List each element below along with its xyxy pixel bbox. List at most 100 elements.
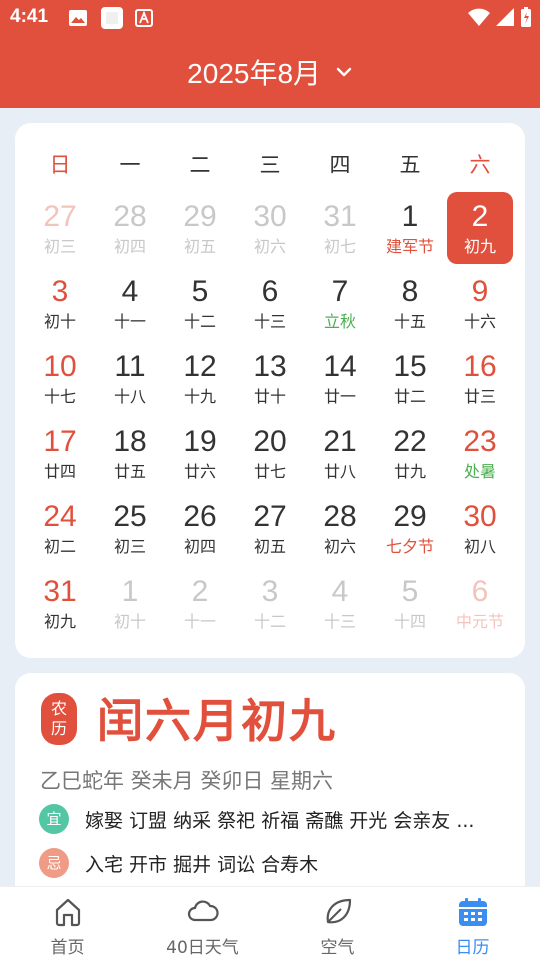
day-number: 16	[463, 350, 497, 383]
tab-label: 首页	[50, 938, 85, 958]
lunar-day-label: 廿一	[323, 387, 356, 406]
day-number: 4	[331, 575, 349, 608]
calendar-day[interactable]: 28 初四	[97, 192, 163, 264]
lunar-day-label: 十九	[183, 387, 216, 406]
lunar-day-label: 十二	[183, 312, 216, 331]
calendar-day[interactable]: 31 初九	[27, 567, 93, 639]
calendar-day[interactable]: 19 廿六	[167, 417, 233, 489]
lunar-day-label: 十一	[183, 612, 216, 631]
lunar-day-label: 廿二	[393, 387, 426, 406]
lunar-day-label: 初六	[253, 237, 286, 256]
calendar-day[interactable]: 11 十八	[97, 342, 163, 414]
day-number: 29	[393, 500, 427, 533]
calendar-day[interactable]: 29 七夕节	[377, 492, 443, 564]
lunar-day-label: 廿八	[323, 462, 356, 481]
calendar-day[interactable]: 25 初三	[97, 492, 163, 564]
lunar-day-label: 初九	[43, 612, 76, 631]
tab-home[interactable]: 首页	[0, 887, 135, 960]
calendar-day[interactable]: 7 立秋	[307, 267, 373, 339]
lunar-day-label: 初九	[463, 237, 496, 256]
bottom-tab-bar: 首页 40日天气 空气 日历	[0, 886, 540, 960]
calendar-day[interactable]: 24 初二	[27, 492, 93, 564]
calendar-day[interactable]: 2 十一	[167, 567, 233, 639]
month-picker[interactable]: 2025年8月	[0, 52, 540, 92]
day-number: 7	[331, 275, 349, 308]
calendar-day[interactable]: 13 廿十	[237, 342, 303, 414]
ganzhi-text: 乙巳蛇年 癸未月 癸卯日 星期六	[40, 769, 334, 793]
day-number: 22	[393, 425, 427, 458]
day-number: 21	[323, 425, 357, 458]
day-number: 9	[471, 275, 489, 308]
calendar-day[interactable]: 15 廿二	[377, 342, 443, 414]
calendar-day[interactable]: 9 十六	[447, 267, 513, 339]
calendar-day[interactable]: 4 十三	[307, 567, 373, 639]
calendar-day[interactable]: 2 初九	[447, 192, 513, 264]
lunar-day-label: 廿三	[463, 387, 496, 406]
day-number: 3	[51, 275, 69, 308]
calendar-icon	[458, 898, 487, 926]
calendar-day[interactable]: 29 初五	[167, 192, 233, 264]
weekday-header: 日 一 二 三 四 五 六	[15, 149, 525, 181]
calendar-day[interactable]: 6 中元节	[447, 567, 513, 639]
chevron-down-icon	[336, 67, 352, 77]
yi-row: 宜 嫁娶 订盟 纳采 祭祀 祈福 斋醮 开光 会亲友 ...	[39, 803, 474, 835]
weekday-label: 四	[329, 153, 351, 177]
calendar-day[interactable]: 21 廿八	[307, 417, 373, 489]
tab-air[interactable]: 空气	[270, 887, 405, 960]
calendar-day[interactable]: 20 廿七	[237, 417, 303, 489]
day-number: 6	[471, 575, 489, 608]
day-number: 30	[253, 200, 287, 233]
calendar-day[interactable]: 23 处暑	[447, 417, 513, 489]
status-time: 4:41	[10, 6, 49, 27]
calendar-day[interactable]: 14 廿一	[307, 342, 373, 414]
calendar-day[interactable]: 27 初五	[237, 492, 303, 564]
calendar-day[interactable]: 30 初六	[237, 192, 303, 264]
text-notification-icon	[135, 9, 153, 27]
calendar-day[interactable]: 22 廿九	[377, 417, 443, 489]
calendar-day[interactable]: 5 十四	[377, 567, 443, 639]
calendar-day[interactable]: 18 廿五	[97, 417, 163, 489]
tab-40day-weather[interactable]: 40日天气	[135, 887, 270, 960]
day-number: 25	[113, 500, 147, 533]
calendar-day[interactable]: 28 初六	[307, 492, 373, 564]
weekday-label: 五	[399, 153, 421, 177]
app-notification-icon	[101, 7, 123, 29]
lunar-day-label: 十七	[43, 387, 76, 406]
calendar-day[interactable]: 17 廿四	[27, 417, 93, 489]
calendar-day[interactable]: 16 廿三	[447, 342, 513, 414]
yi-badge: 宜	[39, 804, 69, 834]
calendar-day[interactable]: 30 初八	[447, 492, 513, 564]
day-number: 1	[121, 575, 139, 608]
lunar-day-label: 廿四	[43, 462, 76, 481]
calendar-day[interactable]: 6 十三	[237, 267, 303, 339]
calendar-day[interactable]: 3 初十	[27, 267, 93, 339]
lunar-seal: 农历	[41, 693, 77, 745]
lunar-day-label: 十三	[253, 312, 286, 331]
calendar-day[interactable]: 31 初七	[307, 192, 373, 264]
weekday-label: 六	[469, 153, 491, 177]
tab-calendar[interactable]: 日历	[405, 887, 540, 960]
lunar-day-label: 建军节	[385, 237, 434, 256]
tab-label: 空气	[320, 938, 355, 958]
lunar-day-label: 初三	[113, 537, 146, 556]
calendar-day[interactable]: 4 十一	[97, 267, 163, 339]
header: 2025年8月	[0, 36, 540, 108]
calendar-day[interactable]: 26 初四	[167, 492, 233, 564]
lunar-day-label: 初十	[113, 612, 146, 631]
lunar-day-label: 十三	[323, 612, 356, 631]
calendar-day[interactable]: 1 初十	[97, 567, 163, 639]
calendar-day[interactable]: 27 初三	[27, 192, 93, 264]
day-number: 2	[191, 575, 209, 608]
calendar-day[interactable]: 5 十二	[167, 267, 233, 339]
day-number: 29	[183, 200, 217, 233]
calendar-day[interactable]: 3 十二	[237, 567, 303, 639]
day-number: 27	[253, 500, 287, 533]
calendar-day[interactable]: 1 建军节	[377, 192, 443, 264]
day-number: 28	[323, 500, 357, 533]
seal-text: 农历	[50, 699, 67, 738]
lunar-day-label: 十一	[113, 312, 146, 331]
calendar-day[interactable]: 10 十七	[27, 342, 93, 414]
calendar-day[interactable]: 12 十九	[167, 342, 233, 414]
calendar-day[interactable]: 8 十五	[377, 267, 443, 339]
month-title: 2025年8月	[187, 58, 322, 89]
